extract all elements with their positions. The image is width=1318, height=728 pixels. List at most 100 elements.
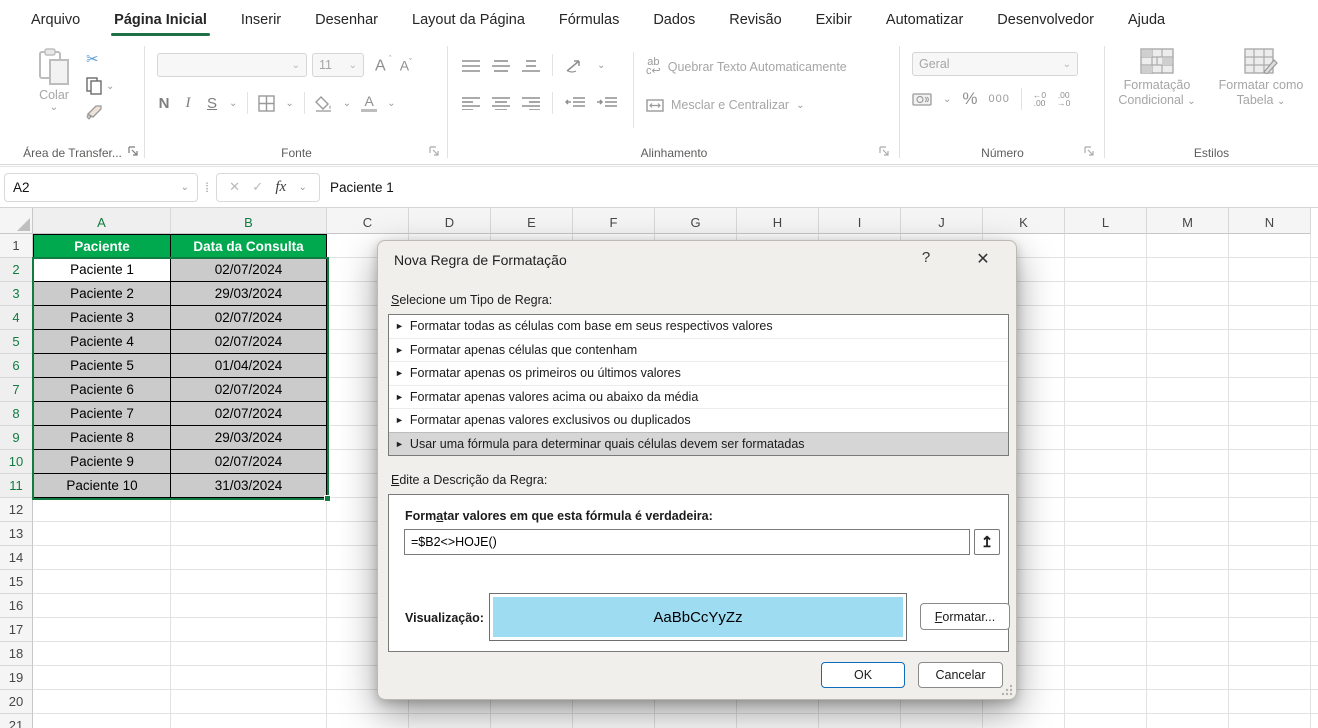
table-cell[interactable]: Paciente 2 — [33, 282, 171, 306]
row-header-2[interactable]: 2 — [0, 258, 33, 282]
align-bottom-button[interactable] — [522, 59, 540, 72]
font-color-button[interactable]: A — [361, 95, 377, 112]
insert-function-button[interactable]: fx — [275, 179, 286, 196]
formula-input[interactable]: Paciente 1 — [330, 180, 1318, 195]
cancel-button[interactable]: Cancelar — [918, 662, 1003, 688]
rule-type-item[interactable]: ►Formatar apenas células que contenham — [389, 338, 1008, 362]
rule-type-item[interactable]: ►Usar uma fórmula para determinar quais … — [389, 432, 1008, 456]
row-header-11[interactable]: 11 — [0, 474, 33, 498]
format-as-table-button[interactable]: Formatar comoTabela ⌄ — [1211, 48, 1311, 109]
row-header-13[interactable]: 13 — [0, 522, 33, 546]
row-header-3[interactable]: 3 — [0, 282, 33, 306]
row-header-19[interactable]: 19 — [0, 666, 33, 690]
table-cell[interactable]: Paciente 3 — [33, 306, 171, 330]
table-cell[interactable]: Paciente 6 — [33, 378, 171, 402]
row-header-14[interactable]: 14 — [0, 546, 33, 570]
column-header-K[interactable]: K — [983, 208, 1065, 234]
align-middle-button[interactable] — [492, 59, 510, 72]
table-header-cell[interactable]: Paciente — [33, 234, 171, 258]
tab-ajuda[interactable]: Ajuda — [1111, 0, 1182, 40]
chevron-down-icon[interactable]: ⌄ — [387, 98, 395, 109]
comma-style-button[interactable]: 000 — [989, 93, 1010, 105]
ok-button[interactable]: OK — [821, 662, 905, 688]
name-box[interactable]: A2 ⌄ — [4, 173, 198, 202]
column-header-N[interactable]: N — [1229, 208, 1311, 234]
number-format-combo[interactable]: Geral⌄ — [912, 52, 1078, 76]
column-header-F[interactable]: F — [573, 208, 655, 234]
chevron-down-icon[interactable]: ⌄ — [298, 182, 306, 193]
table-cell[interactable]: 02/07/2024 — [171, 306, 327, 330]
select-all-button[interactable] — [0, 208, 33, 234]
table-cell[interactable]: 29/03/2024 — [171, 426, 327, 450]
underline-button[interactable]: S — [205, 95, 219, 112]
table-cell[interactable]: 01/04/2024 — [171, 354, 327, 378]
tab-revisão[interactable]: Revisão — [712, 0, 798, 40]
row-header-17[interactable]: 17 — [0, 618, 33, 642]
tab-desenvolvedor[interactable]: Desenvolvedor — [980, 0, 1111, 40]
column-header-E[interactable]: E — [491, 208, 573, 234]
bold-button[interactable]: N — [157, 95, 171, 112]
confirm-entry-icon[interactable]: ✓ — [252, 179, 263, 195]
decrease-indent-button[interactable] — [565, 97, 585, 110]
borders-button[interactable] — [258, 95, 275, 112]
column-header-I[interactable]: I — [819, 208, 901, 234]
row-header-18[interactable]: 18 — [0, 642, 33, 666]
table-cell[interactable]: Paciente 9 — [33, 450, 171, 474]
chevron-down-icon[interactable]: ⌄ — [285, 98, 293, 109]
increase-indent-button[interactable] — [597, 97, 617, 110]
row-header-21[interactable]: 21 — [0, 714, 33, 728]
table-header-cell[interactable]: Data da Consulta — [171, 234, 327, 258]
row-header-12[interactable]: 12 — [0, 498, 33, 522]
tab-exibir[interactable]: Exibir — [799, 0, 869, 40]
percent-style-button[interactable]: % — [962, 89, 977, 109]
column-header-G[interactable]: G — [655, 208, 737, 234]
row-header-16[interactable]: 16 — [0, 594, 33, 618]
column-header-D[interactable]: D — [409, 208, 491, 234]
rule-formula-input[interactable]: =$B2<>HOJE() — [404, 529, 970, 555]
shrink-font-button[interactable]: Aˇ — [400, 57, 412, 74]
table-cell[interactable]: 02/07/2024 — [171, 402, 327, 426]
align-left-button[interactable] — [462, 97, 480, 110]
align-right-button[interactable] — [522, 97, 540, 110]
conditional-formatting-button[interactable]: FormataçãoCondicional ⌄ — [1107, 48, 1207, 109]
collapse-dialog-button[interactable]: ↥ — [974, 529, 1000, 555]
resize-grip[interactable] — [1001, 684, 1013, 696]
format-painter-button[interactable] — [86, 104, 114, 120]
dialog-launcher-font[interactable] — [428, 145, 442, 159]
decrease-decimal-button[interactable]: .00 →0 — [1057, 91, 1070, 107]
dialog-launcher-clipboard[interactable] — [127, 145, 141, 159]
selection-fill-handle[interactable] — [324, 495, 331, 502]
column-header-A[interactable]: A — [33, 208, 171, 234]
row-header-10[interactable]: 10 — [0, 450, 33, 474]
chevron-down-icon[interactable]: ⌄ — [229, 98, 237, 109]
rule-type-item[interactable]: ►Formatar apenas valores exclusivos ou d… — [389, 408, 1008, 432]
column-header-B[interactable]: B — [171, 208, 327, 234]
column-header-L[interactable]: L — [1065, 208, 1147, 234]
tab-página-inicial[interactable]: Página Inicial — [97, 0, 224, 40]
chevron-down-icon[interactable]: ⌄ — [597, 60, 605, 71]
dialog-launcher-number[interactable] — [1083, 145, 1097, 159]
table-cell[interactable]: Paciente 4 — [33, 330, 171, 354]
column-header-M[interactable]: M — [1147, 208, 1229, 234]
row-header-20[interactable]: 20 — [0, 690, 33, 714]
rule-type-item[interactable]: ►Formatar apenas valores acima ou abaixo… — [389, 385, 1008, 409]
row-header-4[interactable]: 4 — [0, 306, 33, 330]
grow-font-button[interactable]: A＾ — [375, 54, 395, 75]
table-cell[interactable]: Paciente 10 — [33, 474, 171, 498]
row-header-6[interactable]: 6 — [0, 354, 33, 378]
column-header-H[interactable]: H — [737, 208, 819, 234]
table-cell[interactable]: Paciente 1 — [33, 258, 171, 282]
rule-type-item[interactable]: ►Formatar todas as células com base em s… — [389, 315, 1008, 338]
table-cell[interactable]: Paciente 5 — [33, 354, 171, 378]
table-cell[interactable]: 02/07/2024 — [171, 258, 327, 282]
row-header-5[interactable]: 5 — [0, 330, 33, 354]
tab-layout-da-página[interactable]: Layout da Página — [395, 0, 542, 40]
table-cell[interactable]: 29/03/2024 — [171, 282, 327, 306]
align-center-button[interactable] — [492, 97, 510, 110]
font-size-combo[interactable]: 11⌄ — [312, 53, 364, 77]
cut-button[interactable]: ✂ — [86, 50, 114, 68]
tab-arquivo[interactable]: Arquivo — [14, 0, 97, 40]
fill-color-button[interactable] — [315, 95, 333, 112]
wrap-text-button[interactable]: abc↩ Quebrar Texto Automaticamente — [646, 52, 847, 82]
close-icon[interactable]: ✕ — [968, 247, 998, 273]
